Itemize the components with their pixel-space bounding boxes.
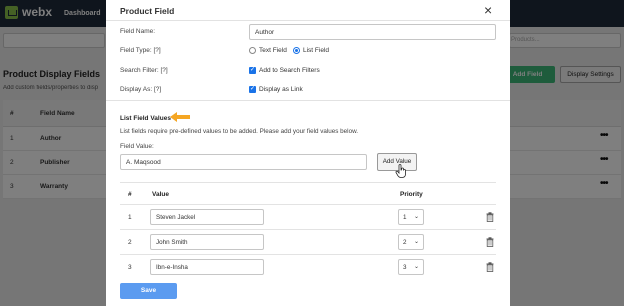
chevron-down-icon: ⌄ [413, 264, 419, 270]
trash-icon[interactable] [486, 237, 494, 247]
chevron-down-icon: ⌄ [413, 239, 419, 245]
value-input[interactable]: Ibn-e-Insha [150, 259, 264, 275]
value-input[interactable]: John Smith [150, 234, 264, 250]
field-value-label: Field Value: [120, 143, 154, 150]
search-filter-label: Search Filter: [?] [120, 67, 168, 74]
list-values-heading: List Field Values [120, 115, 171, 122]
option-text-field[interactable]: Text Field [259, 47, 287, 54]
radio-text-field[interactable] [249, 47, 256, 54]
search-filter-option[interactable]: Add to Search Filters [259, 67, 320, 74]
table-row: 2 John Smith 2 ⌄ [120, 229, 496, 254]
radio-list-field[interactable] [293, 47, 300, 54]
trash-icon[interactable] [486, 212, 494, 222]
row-number: 1 [128, 214, 132, 221]
column-header-value: Value [152, 191, 169, 198]
list-values-description: List fields require pre-defined values t… [120, 128, 359, 135]
search-filter-checkbox[interactable]: ✓ [249, 67, 256, 74]
display-as-checkbox[interactable]: ✓ [249, 86, 256, 93]
table-row: 3 Ibn-e-Insha 3 ⌄ [120, 254, 496, 279]
chevron-down-icon: ⌄ [413, 214, 419, 220]
close-icon[interactable]: × [484, 3, 492, 17]
table-row: 1 Steven Jackel 1 ⌄ [120, 204, 496, 229]
trash-icon[interactable] [486, 262, 494, 272]
display-as-label: Display As: [?] [120, 86, 162, 93]
arrow-icon [170, 112, 190, 122]
priority-select[interactable]: 3 ⌄ [398, 259, 424, 275]
save-button[interactable]: Save [120, 283, 177, 299]
values-table: # Value Priority 1 Steven Jackel 1 ⌄ 2 J… [120, 182, 496, 279]
modal-title: Product Field [120, 6, 175, 16]
priority-value: 1 [403, 214, 407, 221]
column-header-number: # [128, 191, 132, 198]
field-type-label: Field Type: [?] [120, 47, 161, 54]
priority-select[interactable]: 1 ⌄ [398, 209, 424, 225]
header-divider [106, 20, 510, 21]
field-name-input[interactable]: Author [249, 24, 496, 40]
row-number: 3 [128, 264, 132, 271]
column-header-priority: Priority [400, 191, 423, 198]
priority-value: 2 [403, 239, 407, 246]
priority-value: 3 [403, 264, 407, 271]
row-number: 2 [128, 239, 132, 246]
section-divider [106, 100, 510, 101]
field-value-input[interactable]: A. Maqsood [120, 154, 367, 170]
display-as-option[interactable]: Display as Link [259, 86, 303, 93]
field-name-label: Field Name: [120, 28, 156, 35]
priority-select[interactable]: 2 ⌄ [398, 234, 424, 250]
product-field-modal: Product Field × Field Name: Author Field… [106, 0, 510, 306]
value-input[interactable]: Steven Jackel [150, 209, 264, 225]
pointer-cursor-icon [395, 164, 406, 178]
option-list-field[interactable]: List Field [303, 47, 329, 54]
